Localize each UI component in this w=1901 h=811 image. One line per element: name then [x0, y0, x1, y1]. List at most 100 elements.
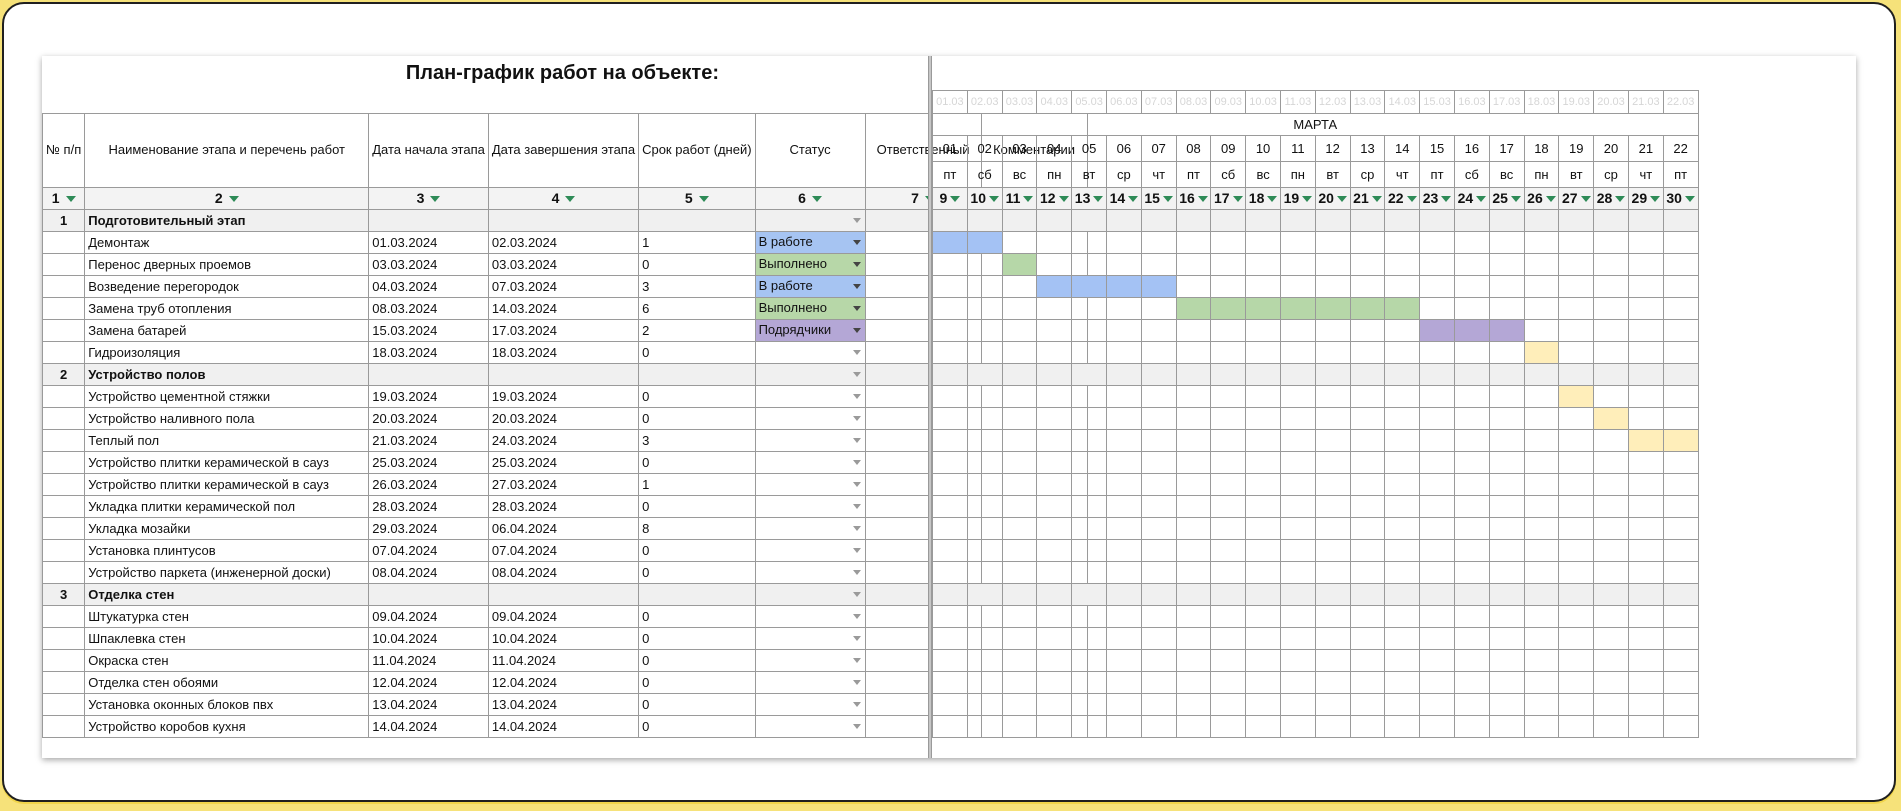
- duration[interactable]: 6: [638, 296, 756, 320]
- gantt-cell[interactable]: [966, 714, 1003, 738]
- gantt-bar-cell[interactable]: [1523, 340, 1560, 364]
- end-date[interactable]: 20.03.2024: [487, 406, 640, 430]
- gantt-cell[interactable]: [1140, 340, 1177, 364]
- gantt-cell[interactable]: [1210, 406, 1247, 430]
- gantt-cell[interactable]: [1105, 538, 1142, 562]
- gantt-cell[interactable]: [932, 406, 968, 430]
- gantt-cell[interactable]: [1488, 428, 1525, 452]
- gantt-cell[interactable]: [1071, 362, 1107, 386]
- day-number[interactable]: 10: [1245, 134, 1281, 162]
- gantt-column-number-cell[interactable]: 9: [932, 186, 968, 210]
- gantt-cell[interactable]: [1036, 604, 1073, 628]
- gantt-column-number-cell[interactable]: 12: [1036, 186, 1073, 210]
- gantt-cell[interactable]: [1627, 692, 1664, 716]
- gantt-row[interactable]: [932, 296, 1699, 320]
- filter-icon[interactable]: [698, 196, 709, 203]
- task-name[interactable]: Шпаклевка стен: [84, 626, 370, 650]
- gantt-column-number-cell[interactable]: 28: [1593, 186, 1629, 210]
- gantt-cell[interactable]: [1627, 274, 1664, 298]
- gantt-cell[interactable]: [1627, 252, 1664, 276]
- gantt-cell[interactable]: [1523, 692, 1560, 716]
- gantt-cell[interactable]: [1488, 670, 1525, 694]
- gantt-cell[interactable]: [1314, 494, 1351, 518]
- gantt-cell[interactable]: [1593, 516, 1629, 540]
- gantt-bar-cell[interactable]: [1419, 318, 1455, 342]
- gantt-cell[interactable]: [1071, 428, 1107, 452]
- gantt-cell[interactable]: [932, 252, 968, 276]
- hidden-date-cell[interactable]: 15.03: [1419, 89, 1455, 114]
- gantt-cell[interactable]: [1036, 252, 1073, 276]
- start-date[interactable]: 13.04.2024: [368, 692, 489, 716]
- gantt-cell[interactable]: [1036, 406, 1073, 430]
- gantt-cell[interactable]: [1349, 230, 1386, 254]
- gantt-cell[interactable]: [1245, 582, 1281, 606]
- gantt-cell[interactable]: [1384, 252, 1421, 276]
- start-date[interactable]: 03.03.2024: [368, 252, 489, 276]
- gantt-cell[interactable]: [1384, 538, 1421, 562]
- gantt-cell[interactable]: [932, 296, 968, 320]
- filter-icon[interactable]: [565, 196, 576, 203]
- gantt-cell[interactable]: [1662, 362, 1699, 386]
- gantt-cell[interactable]: [966, 472, 1003, 496]
- gantt-cell[interactable]: [1140, 472, 1177, 496]
- task-name[interactable]: Устройство плитки керамической в сауз: [84, 472, 370, 496]
- gantt-cell[interactable]: [1175, 604, 1212, 628]
- gantt-cell[interactable]: [1036, 208, 1073, 232]
- gantt-cell[interactable]: [1627, 208, 1664, 232]
- gantt-cell[interactable]: [1071, 670, 1107, 694]
- dropdown-arrow-icon[interactable]: [852, 217, 861, 223]
- gantt-cell[interactable]: [1453, 450, 1490, 474]
- gantt-row[interactable]: [932, 406, 1699, 430]
- gantt-bar-cell[interactable]: [1175, 296, 1212, 320]
- gantt-cell[interactable]: [1175, 428, 1212, 452]
- gantt-cell[interactable]: [1419, 626, 1455, 650]
- gantt-cell[interactable]: [1384, 626, 1421, 650]
- gantt-cell[interactable]: [932, 274, 968, 298]
- gantt-cell[interactable]: [1453, 274, 1490, 298]
- gantt-column-number-cell[interactable]: 13: [1071, 186, 1107, 210]
- gantt-cell[interactable]: [1279, 692, 1316, 716]
- day-number[interactable]: 03: [1001, 134, 1038, 162]
- weekday[interactable]: пт: [1662, 160, 1699, 188]
- duration[interactable]: 2: [638, 318, 756, 342]
- dropdown-arrow-icon[interactable]: [852, 701, 861, 707]
- gantt-cell[interactable]: [1627, 494, 1664, 518]
- duration[interactable]: 0: [638, 340, 756, 364]
- start-date[interactable]: 01.03.2024: [368, 230, 489, 254]
- gantt-cell[interactable]: [1071, 230, 1107, 254]
- filter-icon[interactable]: [1406, 196, 1417, 203]
- gantt-cell[interactable]: [1523, 538, 1560, 562]
- gantt-cell[interactable]: [1627, 604, 1664, 628]
- gantt-cell[interactable]: [1001, 296, 1038, 320]
- weekday[interactable]: вт: [1558, 160, 1595, 188]
- num-cell[interactable]: [42, 560, 86, 584]
- gantt-cell[interactable]: [1662, 494, 1699, 518]
- gantt-cell[interactable]: [1627, 340, 1664, 364]
- gantt-cell[interactable]: [1140, 604, 1177, 628]
- dropdown-arrow-icon[interactable]: [852, 283, 861, 289]
- gantt-cell[interactable]: [1210, 208, 1247, 232]
- day-number[interactable]: 07: [1140, 134, 1177, 162]
- gantt-cell[interactable]: [1105, 560, 1142, 584]
- gantt-cell[interactable]: [1105, 384, 1142, 408]
- gantt-cell[interactable]: [1384, 670, 1421, 694]
- gantt-cell[interactable]: [1105, 670, 1142, 694]
- gantt-cell[interactable]: [1279, 494, 1316, 518]
- gantt-cell[interactable]: [1245, 230, 1281, 254]
- gantt-cell[interactable]: [1314, 692, 1351, 716]
- gantt-cell[interactable]: [1036, 362, 1073, 386]
- gantt-cell[interactable]: [1314, 362, 1351, 386]
- gantt-bar-cell[interactable]: [1349, 296, 1386, 320]
- status-dropdown[interactable]: [756, 540, 864, 560]
- task-name[interactable]: Замена труб отопления: [84, 296, 370, 320]
- status-dropdown[interactable]: [756, 408, 864, 428]
- gantt-cell[interactable]: [1558, 472, 1595, 496]
- gantt-cell[interactable]: [1523, 472, 1560, 496]
- num-cell[interactable]: [42, 428, 86, 452]
- gantt-cell[interactable]: [1349, 428, 1386, 452]
- gantt-cell[interactable]: [1593, 318, 1629, 342]
- gantt-cell[interactable]: [1419, 538, 1455, 562]
- gantt-cell[interactable]: [1523, 406, 1560, 430]
- gantt-cell[interactable]: [1071, 626, 1107, 650]
- dropdown-arrow-icon[interactable]: [852, 459, 861, 465]
